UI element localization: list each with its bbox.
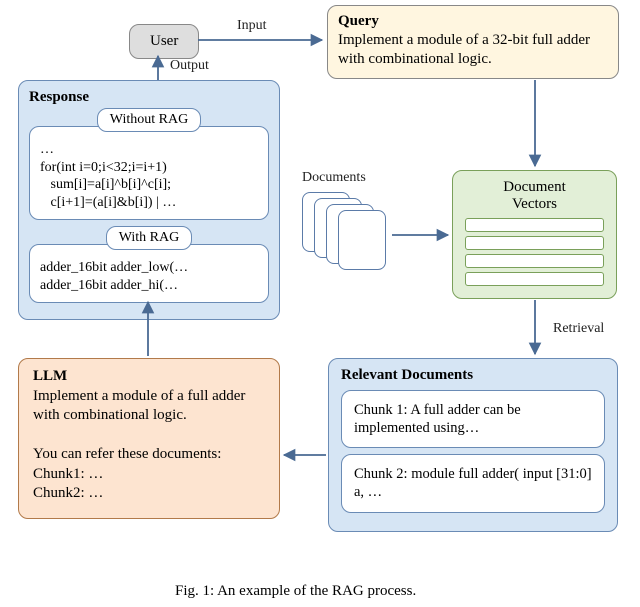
reldoc-title: Relevant Documents <box>341 367 605 384</box>
user-label: User <box>150 33 178 49</box>
with-rag-body: adder_16bit adder_low(… adder_16bit adde… <box>29 244 269 303</box>
query-body: Implement a module of a 32-bit full adde… <box>338 31 608 69</box>
query-box: Query Implement a module of a 32-bit ful… <box>327 5 619 79</box>
vector-row <box>465 236 604 250</box>
document-vectors-box: Document Vectors <box>452 170 617 299</box>
llm-box: LLM Implement a module of a full adder w… <box>18 358 280 519</box>
vector-row <box>465 254 604 268</box>
llm-title: LLM <box>33 367 265 387</box>
relevant-documents-box: Relevant Documents Chunk 1: A full adder… <box>328 358 618 532</box>
output-label: Output <box>170 58 209 74</box>
chunk-2: Chunk 2: module full adder( input [31:0]… <box>341 454 605 512</box>
with-rag-label: With RAG <box>106 226 193 250</box>
input-label: Input <box>237 18 267 34</box>
figure-caption: Fig. 1: An example of the RAG process. <box>175 583 416 600</box>
llm-body: Implement a module of a full adder with … <box>33 387 265 504</box>
retrieval-label: Retrieval <box>553 321 604 337</box>
response-box: Response Without RAG … for(int i=0;i<32;… <box>18 80 280 320</box>
docvec-title: Document Vectors <box>465 179 604 214</box>
query-title: Query <box>338 12 608 31</box>
vector-row <box>465 218 604 232</box>
chunk-1: Chunk 1: A full adder can be implemented… <box>341 390 605 448</box>
document-icon <box>338 210 386 270</box>
vector-row <box>465 272 604 286</box>
documents-label: Documents <box>302 170 366 186</box>
response-title: Response <box>29 89 269 106</box>
without-rag-body: … for(int i=0;i<32;i=i+1) sum[i]=a[i]^b[… <box>29 126 269 220</box>
without-rag-label: Without RAG <box>97 108 201 132</box>
user-box: User <box>129 24 199 59</box>
